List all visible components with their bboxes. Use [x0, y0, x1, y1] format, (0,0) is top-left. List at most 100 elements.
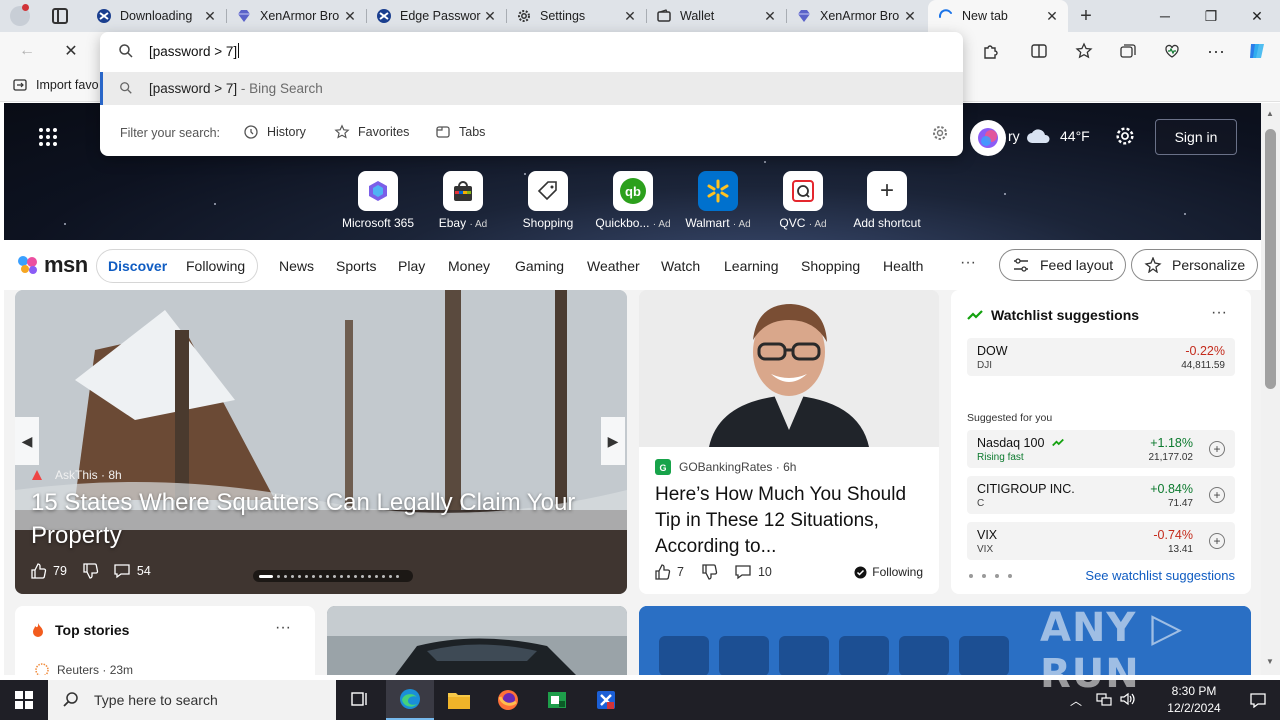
address-bar-input[interactable]: [password > 7] — [100, 32, 963, 69]
tile-shopping[interactable]: Shopping — [508, 171, 588, 230]
close-icon[interactable]: ✕ — [342, 8, 358, 24]
nav-news[interactable]: News — [279, 258, 314, 274]
nav-weather[interactable]: Weather — [587, 258, 640, 274]
tab-settings[interactable]: Settings ✕ — [506, 0, 646, 32]
collections-button[interactable] — [1113, 36, 1143, 66]
personalize-button[interactable]: Personalize — [1131, 249, 1259, 281]
taskbar-firefox[interactable] — [484, 680, 532, 720]
nav-play[interactable]: Play — [398, 258, 425, 274]
task-view-button[interactable] — [336, 680, 384, 720]
sign-in-button[interactable]: Sign in — [1155, 119, 1237, 155]
tab-xenarmor-1[interactable]: XenArmor Bro ✕ — [226, 0, 366, 32]
close-icon[interactable]: ✕ — [902, 8, 918, 24]
profile-avatar[interactable] — [10, 4, 30, 26]
quote-row-dow[interactable]: DOW DJI -0.22% 44,811.59 — [967, 338, 1235, 376]
story-source[interactable]: Reuters · 23m — [35, 663, 133, 675]
suggestion-bing-search[interactable]: [password > 7] - Bing Search — [100, 72, 963, 105]
close-icon[interactable]: ✕ — [202, 8, 218, 24]
tab-following[interactable]: Following — [186, 258, 245, 274]
settings-more-button[interactable]: ··· — [1201, 36, 1231, 66]
add-to-watchlist-button[interactable]: + — [1209, 533, 1225, 549]
close-icon[interactable]: ✕ — [1044, 8, 1060, 24]
taskbar-xenarmor[interactable] — [582, 680, 630, 720]
tile-qvc[interactable]: QVC · Ad — [763, 171, 843, 230]
nav-shopping[interactable]: Shopping — [801, 258, 860, 274]
nav-money[interactable]: Money — [448, 258, 490, 274]
dislike-button[interactable] — [700, 563, 718, 581]
taskbar-search-box[interactable]: Type here to search — [48, 680, 336, 720]
car-story-card[interactable] — [327, 606, 627, 675]
story-source[interactable]: AskThis · 8h — [31, 468, 122, 482]
hero-headline[interactable]: 15 States Where Squatters Can Legally Cl… — [31, 486, 591, 552]
tab-new-tab[interactable]: New tab ✕ — [928, 0, 1068, 32]
hero-story-card[interactable]: ◀ ▶ AskThis · 8h 15 States Where Squatte… — [15, 290, 627, 594]
page-scrollbar[interactable]: ▲ ▼ — [1261, 103, 1280, 675]
feed-layout-button[interactable]: Feed layout — [999, 249, 1127, 281]
top-stories-more-button[interactable]: ··· — [275, 619, 291, 637]
back-button[interactable]: ← — [12, 36, 42, 66]
nav-watch[interactable]: Watch — [661, 258, 700, 274]
gear-icon[interactable] — [931, 124, 949, 145]
nav-health[interactable]: Health — [883, 258, 923, 274]
taskbar-edge[interactable] — [386, 680, 434, 720]
favorites-button[interactable] — [1069, 36, 1099, 66]
tile-walmart[interactable]: Walmart · Ad — [678, 171, 758, 230]
filter-favorites[interactable]: Favorites — [334, 124, 409, 140]
nav-learning[interactable]: Learning — [724, 258, 779, 274]
copilot-button[interactable] — [1242, 36, 1272, 66]
import-favorites-link[interactable]: Import favo — [12, 77, 99, 93]
story-source[interactable]: G GOBankingRates · 6h — [655, 459, 796, 475]
nav-sports[interactable]: Sports — [336, 258, 376, 274]
tab-actions-icon[interactable] — [52, 8, 68, 24]
story-card[interactable]: G GOBankingRates · 6h Here’s How Much Yo… — [639, 290, 939, 594]
app-launcher-icon[interactable] — [38, 127, 58, 150]
stop-button[interactable]: ✕ — [56, 36, 86, 66]
close-window-button[interactable]: ✕ — [1234, 0, 1280, 32]
copilot-icon[interactable] — [970, 120, 1006, 156]
extensions-button[interactable] — [976, 36, 1006, 66]
add-to-watchlist-button[interactable]: + — [1209, 487, 1225, 503]
page-settings-gear-icon[interactable] — [1114, 125, 1136, 150]
browser-essentials-button[interactable] — [1157, 36, 1187, 66]
scroll-up-icon[interactable]: ▲ — [1266, 109, 1274, 118]
story-headline[interactable]: Here’s How Much You Should Tip in These … — [655, 482, 925, 560]
taskbar-app-green[interactable] — [533, 680, 581, 720]
close-icon[interactable]: ✕ — [622, 8, 638, 24]
tab-edge-passwords[interactable]: Edge Passwor ✕ — [366, 0, 506, 32]
comment-button[interactable]: 54 — [113, 562, 151, 580]
tile-add-shortcut[interactable]: + Add shortcut — [847, 171, 927, 230]
quote-row-citigroup[interactable]: CITIGROUP INC. C +0.84% 71.47 + — [967, 476, 1235, 514]
carousel-prev-button[interactable]: ◀ — [15, 417, 39, 465]
like-button[interactable]: 7 — [653, 563, 684, 581]
tile-ebay[interactable]: Ebay · Ad — [423, 171, 503, 230]
tab-discover[interactable]: Discover — [108, 258, 167, 274]
restore-button[interactable]: ❐ — [1188, 0, 1234, 32]
msn-logo[interactable]: msn — [16, 252, 88, 278]
start-button[interactable] — [0, 680, 48, 720]
new-tab-button[interactable]: + — [1074, 4, 1098, 28]
dislike-button[interactable] — [81, 562, 99, 580]
like-button[interactable]: 79 — [29, 562, 67, 580]
taskbar-file-explorer[interactable] — [435, 680, 483, 720]
following-button[interactable]: Following — [854, 565, 923, 579]
watchlist-pager[interactable] — [969, 574, 1012, 578]
filter-tabs[interactable]: Tabs — [435, 124, 485, 140]
nav-gaming[interactable]: Gaming — [515, 258, 564, 274]
see-watchlist-link[interactable]: See watchlist suggestions — [1085, 568, 1235, 583]
comment-button[interactable]: 10 — [734, 563, 772, 581]
tile-microsoft-365[interactable]: Microsoft 365 — [338, 171, 418, 230]
add-to-watchlist-button[interactable]: + — [1209, 441, 1225, 457]
tab-wallet[interactable]: Wallet ✕ — [646, 0, 786, 32]
nav-more-button[interactable]: ··· — [960, 254, 976, 272]
tab-downloading[interactable]: Downloading ✕ — [86, 0, 226, 32]
tile-quickbooks[interactable]: qb Quickbo... · Ad — [593, 171, 673, 230]
carousel-next-button[interactable]: ▶ — [601, 417, 625, 465]
close-icon[interactable]: ✕ — [482, 8, 498, 24]
split-screen-button[interactable] — [1024, 36, 1054, 66]
scrollbar-thumb[interactable] — [1265, 129, 1276, 389]
quote-row-vix[interactable]: VIX VIX -0.74% 13.41 + — [967, 522, 1235, 560]
tab-xenarmor-2[interactable]: XenArmor Bro ✕ — [786, 0, 926, 32]
quote-row-nasdaq[interactable]: Nasdaq 100 Rising fast +1.18% 21,177.02 … — [967, 430, 1235, 468]
close-icon[interactable]: ✕ — [762, 8, 778, 24]
watchlist-more-button[interactable]: ··· — [1211, 304, 1227, 322]
